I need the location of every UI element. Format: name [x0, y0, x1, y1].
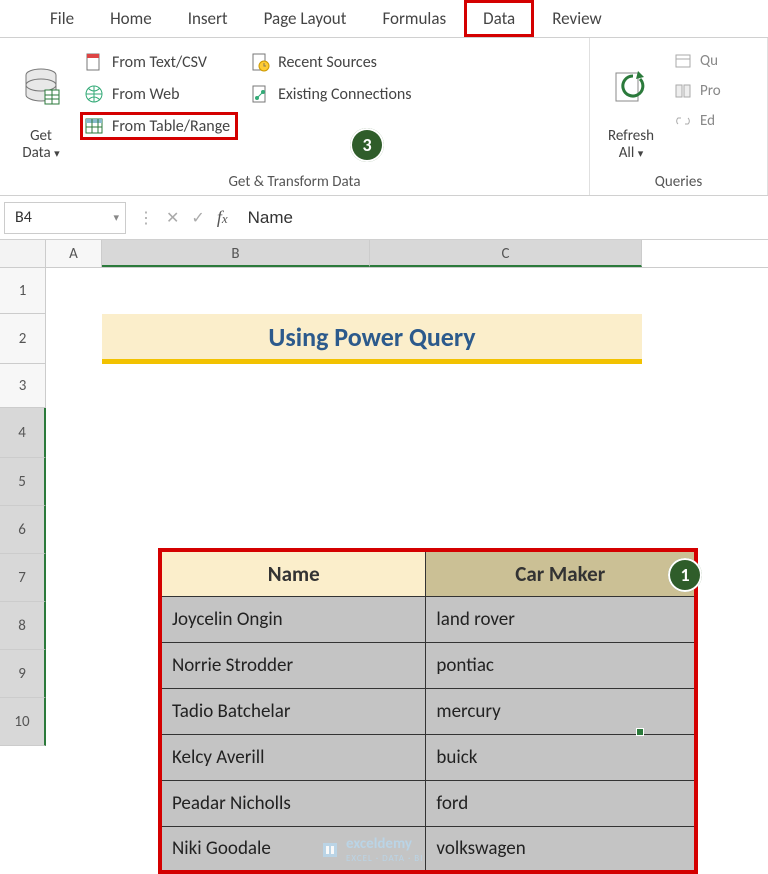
recent-sources-button[interactable]: Recent Sources [246, 48, 419, 76]
tab-insert[interactable]: Insert [170, 0, 246, 37]
tab-data[interactable]: Data [464, 0, 534, 37]
tab-review[interactable]: Review [534, 0, 619, 37]
watermark: exceldemy EXCEL · DATA · BI [320, 835, 423, 864]
data-table[interactable]: Name Car Maker Joycelin Onginland roverN… [158, 548, 698, 874]
cell-name[interactable]: Joycelin Ongin [160, 596, 426, 642]
table-row[interactable]: Norrie Strodderpontiac [160, 642, 696, 688]
cell-name[interactable]: Tadio Batchelar [160, 688, 426, 734]
watermark-icon [320, 840, 340, 860]
table-row[interactable]: Kelcy Averillbuick [160, 734, 696, 780]
cell-name[interactable]: Kelcy Averill [160, 734, 426, 780]
table-row[interactable]: Tadio Batchelarmercury [160, 688, 696, 734]
divider-icon: ⋮ [138, 208, 154, 228]
chevron-down-icon: ▾ [113, 211, 119, 224]
globe-icon [84, 84, 104, 104]
table-row[interactable]: Niki Goodalevolkswagen [160, 826, 696, 872]
get-data-sources-col2: Recent Sources Existing Connections [246, 44, 419, 108]
get-data-button[interactable]: Get Data ▾ [10, 44, 72, 164]
connections-icon [250, 84, 270, 104]
formula-input[interactable] [240, 202, 764, 234]
group-get-transform: Get Data ▾ From Text/CSV From Web [0, 38, 590, 195]
column-headers: A B C [0, 240, 768, 268]
row-header-7[interactable]: 7 [0, 554, 46, 602]
refresh-all-label: Refresh All ▾ [608, 128, 654, 163]
from-web-button[interactable]: From Web [80, 80, 238, 108]
table-row[interactable]: Peadar Nichollsford [160, 780, 696, 826]
cell-car-maker[interactable]: volkswagen [426, 826, 696, 872]
refresh-icon [612, 48, 650, 128]
ribbon-body: Get Data ▾ From Text/CSV From Web [0, 38, 768, 196]
table-icon [84, 116, 104, 136]
group-queries: Refresh All ▾ Qu Pro Ed Queries [590, 38, 768, 195]
row-header-2[interactable]: 2 [0, 314, 46, 364]
refresh-all-button[interactable]: Refresh All ▾ [600, 44, 662, 164]
title-banner: Using Power Query [102, 314, 642, 364]
group-label-get-transform: Get & Transform Data [10, 171, 579, 193]
col-header-c[interactable]: C [370, 240, 642, 267]
cancel-icon[interactable]: ✕ [166, 208, 179, 228]
tab-file[interactable]: File [32, 0, 92, 37]
cell-car-maker[interactable]: land rover [426, 596, 696, 642]
row-header-8[interactable]: 8 [0, 602, 46, 650]
edit-links-button[interactable]: Ed [670, 108, 729, 134]
worksheet: A B C 12345678910 Using Power Query Name… [0, 240, 768, 868]
existing-connections-button[interactable]: Existing Connections [246, 80, 419, 108]
row-header-1[interactable]: 1 [0, 268, 46, 314]
name-box[interactable]: B4 ▾ [4, 202, 126, 234]
queries-connections-button[interactable]: Qu [670, 48, 729, 74]
row-header-9[interactable]: 9 [0, 650, 46, 698]
cell-car-maker[interactable]: ford [426, 780, 696, 826]
selection-handle[interactable] [636, 728, 644, 736]
cell-car-maker[interactable]: buick [426, 734, 696, 780]
tab-page-layout[interactable]: Page Layout [246, 0, 365, 37]
properties-icon [674, 82, 692, 100]
file-csv-icon [84, 52, 104, 72]
get-data-sources-col1: From Text/CSV From Web From Table/Range [80, 44, 238, 140]
col-header-a[interactable]: A [46, 240, 102, 267]
queries-cmds: Qu Pro Ed [670, 44, 729, 134]
edit-links-icon [674, 112, 692, 130]
formula-bar-row: B4 ▾ ⋮ ✕ ✓ fx [0, 196, 768, 240]
database-icon [22, 48, 60, 128]
cell-car-maker[interactable]: pontiac [426, 642, 696, 688]
formula-controls: ⋮ ✕ ✓ fx [132, 207, 234, 228]
cell-car-maker[interactable]: mercury [426, 688, 696, 734]
from-table-range-button[interactable]: From Table/Range [80, 112, 238, 140]
accept-icon[interactable]: ✓ [191, 208, 204, 228]
row-header-4[interactable]: 4 [0, 408, 46, 458]
cell-name[interactable]: Norrie Strodder [160, 642, 426, 688]
callout-badge-3: 3 [350, 128, 384, 162]
row-header-10[interactable]: 10 [0, 698, 46, 746]
select-all-corner[interactable] [0, 240, 46, 267]
row-headers: 12345678910 [0, 268, 46, 868]
fx-icon[interactable]: fx [217, 207, 228, 228]
ribbon-tabs: File Home Insert Page Layout Formulas Da… [0, 0, 768, 38]
cell-name[interactable]: Peadar Nicholls [160, 780, 426, 826]
tab-formulas[interactable]: Formulas [364, 0, 464, 37]
from-text-csv-button[interactable]: From Text/CSV [80, 48, 238, 76]
row-header-5[interactable]: 5 [0, 458, 46, 506]
table-row[interactable]: Joycelin Onginland rover [160, 596, 696, 642]
group-label-queries: Queries [600, 171, 757, 193]
callout-badge-1: 1 [668, 558, 702, 592]
recent-icon [250, 52, 270, 72]
header-name[interactable]: Name [160, 550, 426, 596]
tab-home[interactable]: Home [92, 0, 170, 37]
queries-icon [674, 52, 692, 70]
get-data-label: Get Data ▾ [22, 128, 59, 163]
cell-area[interactable]: Using Power Query Name Car Maker Joyceli… [46, 268, 746, 868]
table-header-row: Name Car Maker [160, 550, 696, 596]
header-car-maker[interactable]: Car Maker [426, 550, 696, 596]
col-header-b[interactable]: B [102, 240, 370, 267]
row-header-6[interactable]: 6 [0, 506, 46, 554]
properties-button[interactable]: Pro [670, 78, 729, 104]
row-header-3[interactable]: 3 [0, 364, 46, 408]
